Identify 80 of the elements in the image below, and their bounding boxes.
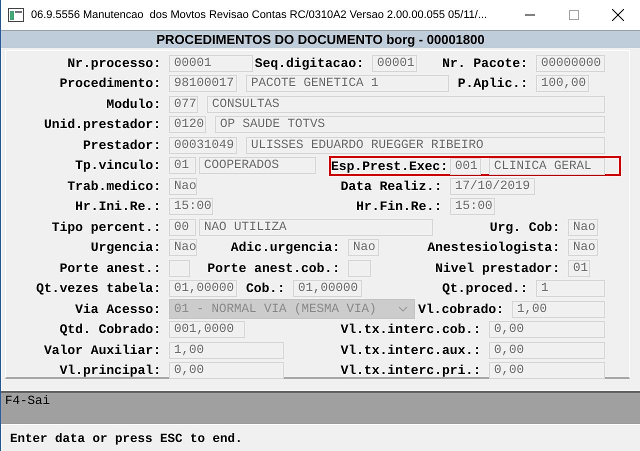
field-label: Esp.Prest.Exec:: [331, 158, 450, 174]
input-field[interactable]: 1,00: [512, 300, 605, 318]
window-title: 06.9.5556 Manutencao dos Movtos Revisao Contas RC/0310A2 Versao 2.00.00.055 05/11/...: [31, 9, 488, 21]
input-field[interactable]: 1: [536, 280, 605, 298]
input-field[interactable]: 15:00: [450, 198, 495, 216]
input-field[interactable]: [348, 260, 371, 277]
input-field[interactable]: 00001: [372, 54, 417, 72]
input-field[interactable]: Nao: [348, 239, 379, 256]
input-field[interactable]: 00001: [169, 54, 253, 72]
field-label: Urgencia:: [90, 240, 162, 256]
app-icon: [8, 8, 24, 22]
input-field[interactable]: 1,00: [169, 342, 284, 359]
field-label: Nr.processo:: [66, 56, 162, 71]
field-label: Qt.proced.:: [441, 281, 529, 296]
input-field[interactable]: 15:00: [169, 198, 213, 216]
form-header: PROCEDIMENTOS DO DOCUMENTO borg - 00001800: [1, 30, 640, 48]
input-field[interactable]: 01: [169, 157, 196, 174]
input-field[interactable]: 0,00: [169, 362, 284, 380]
field-label: Trab.medico:: [66, 178, 162, 194]
input-field[interactable]: 0,00: [489, 321, 605, 338]
field-label: Tp.vinculo:: [74, 158, 162, 174]
input-field[interactable]: 17/10/2019: [450, 178, 535, 195]
input-field[interactable]: 00031049: [169, 136, 237, 154]
input-field[interactable]: 00: [169, 218, 196, 236]
field-label: Vl.tx.interc.cob.:: [340, 322, 482, 338]
chevron-down-icon: [398, 306, 408, 312]
input-field[interactable]: 0,00: [489, 362, 605, 380]
input-field[interactable]: COOPERADOS: [199, 157, 316, 174]
field-label: Hr.Fin.Re.:: [355, 199, 443, 214]
field-label: Modulo:: [105, 96, 162, 112]
field-label: Urg. Cob:: [488, 220, 561, 235]
field-label: Cob.:: [244, 281, 286, 296]
input-field[interactable]: 001: [450, 158, 481, 175]
input-field[interactable]: ULISSES EDUARDO RUEGGER RIBEIRO: [246, 136, 605, 154]
field-label: Seq.digitacao:: [254, 56, 365, 71]
input-field[interactable]: NAO UTILIZA: [199, 218, 433, 236]
field-label: Nivel prestador:: [434, 260, 561, 276]
field-label: Vl.principal:: [58, 363, 162, 378]
status-message: Enter data or press ESC to end.: [10, 432, 243, 446]
field-label: Qt.vezes tabela:: [35, 281, 162, 296]
input-field[interactable]: 00000000: [536, 54, 605, 72]
input-field[interactable]: CLINICA GERAL: [489, 158, 605, 175]
field-label: Qtd. Cobrado:: [58, 322, 162, 338]
input-field[interactable]: 001,0000: [169, 321, 245, 338]
field-label: Via Acesso:: [74, 302, 162, 317]
field-label: Valor Auxiliar:: [42, 342, 162, 358]
field-label: P.Aplic.:: [456, 76, 529, 92]
input-field[interactable]: 01,00000: [293, 280, 362, 298]
input-field[interactable]: 01,00000: [169, 280, 237, 298]
input-field[interactable]: 98100017: [169, 75, 237, 92]
function-key-text: F4-Sai: [5, 394, 50, 408]
field-label: Porte anest.cob.:: [206, 260, 341, 276]
field-label: Vl.tx.interc.pri.:: [340, 363, 482, 378]
field-label: Porte anest.:: [58, 260, 162, 276]
input-field[interactable]: 077: [169, 96, 198, 113]
input-field[interactable]: Nao: [169, 239, 197, 256]
input-field[interactable]: Nao: [568, 218, 598, 236]
input-field[interactable]: CONSULTAS: [207, 96, 605, 113]
maximize-icon: [569, 10, 579, 20]
field-label: Vl.tx.interc.aux.:: [340, 342, 482, 358]
field-label: Tipo percent.:: [50, 220, 162, 235]
input-field[interactable]: Nao: [568, 239, 598, 256]
input-field[interactable]: PACOTE GENETICA 1: [246, 75, 449, 92]
field-label: Hr.Ini.Re.:: [74, 199, 162, 214]
close-icon: [612, 9, 624, 21]
field-label: Adic.urgencia:: [230, 240, 341, 256]
field-label: Procedimento:: [58, 76, 162, 92]
input-field[interactable]: Nao: [169, 178, 197, 195]
input-field[interactable]: 01: [568, 260, 590, 277]
field-label: Unid.prestador:: [42, 117, 162, 132]
input-field[interactable]: [169, 260, 190, 277]
input-field[interactable]: 0,00: [489, 342, 605, 359]
field-label: Nr. Pacote:: [441, 56, 529, 71]
field-label: Prestador:: [82, 138, 162, 153]
input-field[interactable]: 0120: [169, 116, 206, 134]
input-field[interactable]: OP SAUDE TOTVS: [215, 116, 605, 134]
field-label: Data Realiz.:: [340, 178, 443, 194]
field-label: Vl.cobrado:: [417, 302, 505, 317]
input-field[interactable]: 100,00: [536, 75, 589, 92]
field-label: Anestesiologista:: [426, 240, 561, 256]
